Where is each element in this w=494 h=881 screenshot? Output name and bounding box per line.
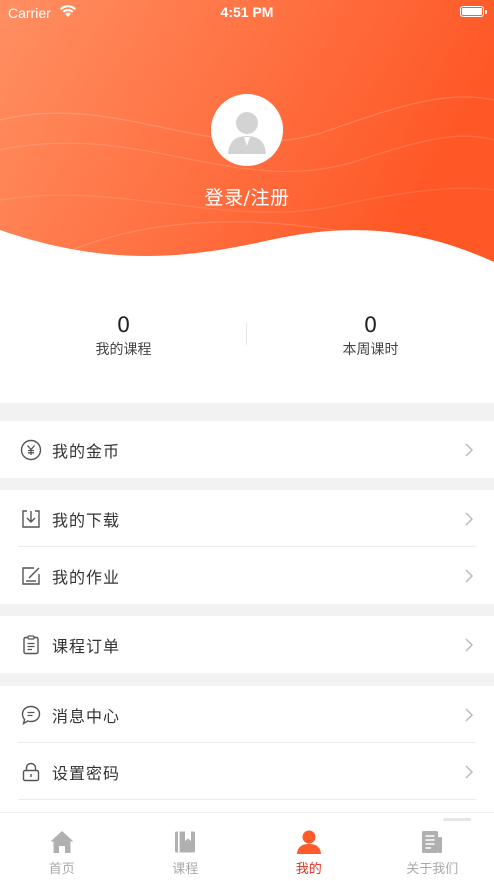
chevron-right-icon — [464, 511, 474, 527]
tab-about-us[interactable]: 关于我们 — [371, 813, 494, 881]
document-icon — [419, 829, 445, 855]
tab-home[interactable]: 首页 — [0, 813, 124, 881]
chevron-right-icon — [464, 764, 474, 780]
avatar[interactable] — [211, 94, 283, 166]
chevron-right-icon — [464, 637, 474, 653]
stat-label: 本周课时 — [247, 339, 494, 359]
homework-icon — [20, 565, 42, 587]
menu-item-course-orders[interactable]: 课程订单 — [0, 616, 494, 673]
menu-group-settings: 消息中心 设置密码 — [0, 686, 494, 812]
default-avatar-icon — [211, 94, 283, 166]
menu-item-coins[interactable]: 我的金币 — [0, 421, 494, 478]
stats-panel: 0 我的课程 0 本周课时 — [0, 275, 494, 403]
user-icon — [296, 829, 322, 855]
profile-header: Carrier 4:51 PM 登录/注册 — [0, 0, 494, 275]
tab-mine[interactable]: 我的 — [247, 813, 371, 881]
stat-my-courses[interactable]: 0 我的课程 — [0, 313, 247, 359]
tab-label: 首页 — [0, 858, 124, 877]
menu-item-downloads[interactable]: 我的下载 — [0, 490, 494, 547]
book-icon — [172, 829, 198, 855]
tab-label: 课程 — [124, 858, 248, 877]
row-divider — [18, 799, 476, 800]
stat-value: 0 — [247, 313, 494, 337]
status-bar: Carrier 4:51 PM — [0, 0, 494, 26]
coin-icon — [20, 439, 42, 461]
lock-icon — [20, 761, 42, 783]
tab-courses[interactable]: 课程 — [124, 813, 248, 881]
download-icon — [20, 508, 42, 530]
tab-label: 我的 — [247, 858, 371, 877]
menu-item-label: 设置密码 — [52, 760, 120, 784]
home-icon — [49, 829, 75, 855]
scroll-indicator — [443, 818, 471, 821]
menu-group-learning: 我的下载 我的作业 — [0, 490, 494, 604]
menu-item-label: 我的下载 — [52, 507, 120, 531]
menu-item-label: 我的作业 — [52, 564, 120, 588]
message-icon — [20, 704, 42, 726]
menu-item-homework[interactable]: 我的作业 — [0, 547, 494, 604]
menu-item-messages[interactable]: 消息中心 — [0, 686, 494, 743]
stat-value: 0 — [0, 313, 247, 337]
order-icon — [20, 634, 42, 656]
clock-label: 4:51 PM — [0, 4, 494, 20]
menu-group-orders: 课程订单 — [0, 616, 494, 673]
menu-item-label: 消息中心 — [52, 703, 120, 727]
chevron-right-icon — [464, 442, 474, 458]
login-register-link[interactable]: 登录/注册 — [0, 183, 494, 210]
tab-label: 关于我们 — [371, 858, 494, 877]
menu-item-label: 我的金币 — [52, 438, 120, 462]
chevron-right-icon — [464, 707, 474, 723]
stat-weekly-hours[interactable]: 0 本周课时 — [247, 313, 494, 359]
chevron-right-icon — [464, 568, 474, 584]
stat-label: 我的课程 — [0, 339, 247, 359]
battery-icon — [460, 6, 484, 17]
menu-item-set-password[interactable]: 设置密码 — [0, 743, 494, 800]
menu-group-coins: 我的金币 — [0, 421, 494, 478]
menu-item-label: 课程订单 — [52, 633, 120, 657]
bottom-tab-bar: 首页 课程 我的 关于我们 — [0, 812, 494, 881]
